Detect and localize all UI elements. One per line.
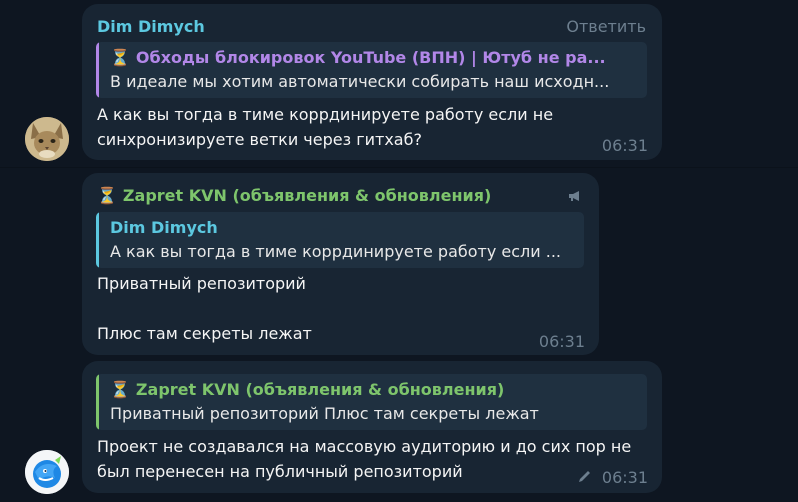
quote-title: ⏳ Обходы блокировок YouTube (ВПН) | Ютуб … (110, 48, 640, 67)
message-line: Приватный репозиторий (97, 274, 306, 293)
quote-bar (96, 212, 99, 268)
quote-title-text: Zapret KVN (объявления & обновления) (135, 380, 505, 399)
cat-avatar-image (25, 117, 69, 161)
message-time: 06:31 (601, 136, 648, 155)
sender-name[interactable]: Dim Dimych (97, 17, 205, 36)
hourglass-icon: ⏳ (97, 186, 117, 205)
message-bubble-1[interactable]: Dim Dimych Ответить ⏳ Обходы блокировок Y… (82, 4, 662, 160)
dolphin-avatar-image (25, 450, 69, 494)
quote-text: В идеале мы хотим автоматически собирать… (110, 72, 610, 91)
quote-text: А как вы тогда в тиме коррдинируете рабо… (110, 242, 562, 261)
quote-title-text: Обходы блокировок YouTube (ВПН) | Ютуб н… (135, 48, 606, 67)
quote-bar (96, 374, 99, 430)
message-line: А как вы тогда в тиме коррдинируете рабо… (97, 105, 554, 124)
message-line: Проект не создавался на массовую аудитор… (97, 437, 632, 456)
quote-title: Dim Dimych (110, 218, 218, 237)
message-bubble-3[interactable]: ⏳ Zapret KVN (объявления & обновления) Пр… (82, 361, 662, 493)
group-divider (0, 167, 798, 168)
message-bubble-2[interactable]: ⏳ Zapret KVN (объявления & обновления) Di… (82, 173, 599, 355)
reply-button[interactable]: Ответить (566, 17, 646, 36)
quote-title: ⏳ Zapret KVN (объявления & обновления) (110, 380, 640, 399)
message-line: Плюс там секреты лежат (97, 324, 312, 343)
message-line: был перенесен на публичный репозиторий (97, 462, 463, 481)
reply-quote[interactable]: ⏳ Zapret KVN (объявления & обновления) Пр… (96, 374, 647, 430)
message-time: 06:31 (538, 332, 585, 351)
message-time: 06:31 (601, 468, 648, 487)
quote-text: Приватный репозиторий Плюс там секреты л… (110, 404, 539, 423)
sender-name[interactable]: ⏳ Zapret KVN (объявления & обновления) (97, 186, 491, 205)
sender-name-text: Zapret KVN (объявления & обновления) (122, 186, 492, 205)
hourglass-icon: ⏳ (110, 48, 130, 67)
megaphone-icon (569, 191, 579, 201)
message-line: синхронизируете ветки через гитхаб? (97, 130, 422, 149)
hourglass-icon: ⏳ (110, 380, 130, 399)
dolphin-avatar[interactable] (25, 450, 69, 494)
pencil-icon (579, 471, 590, 482)
quote-bar (96, 42, 99, 98)
cat-avatar[interactable] (25, 117, 69, 161)
reply-quote[interactable]: Dim Dimych А как вы тогда в тиме коррдин… (96, 212, 584, 268)
reply-quote[interactable]: ⏳ Обходы блокировок YouTube (ВПН) | Ютуб … (96, 42, 647, 98)
